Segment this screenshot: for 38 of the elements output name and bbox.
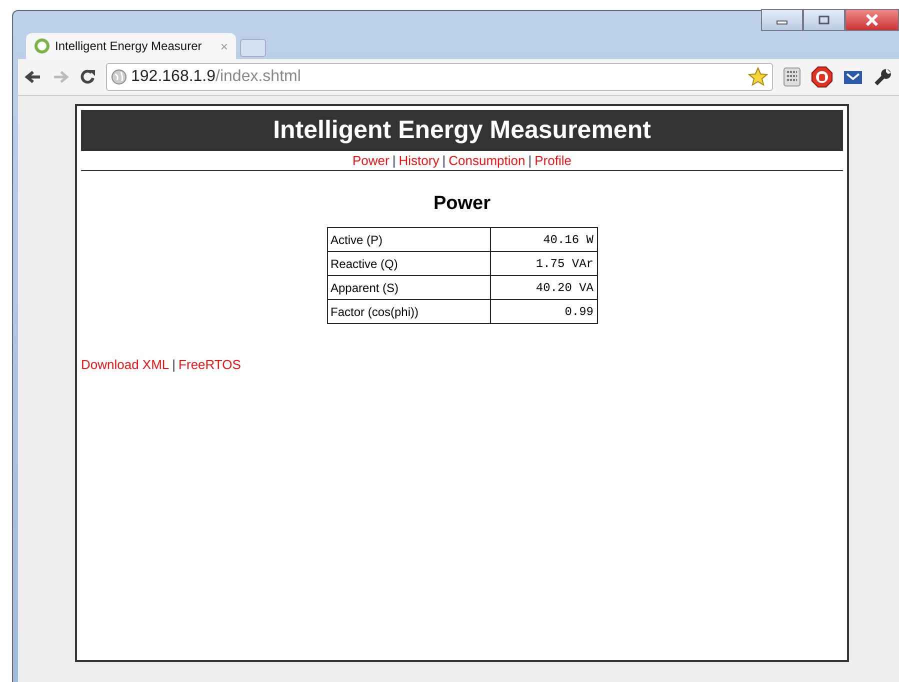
wrench-icon[interactable] — [873, 67, 893, 87]
section-heading: Power — [432, 193, 492, 215]
nav-link[interactable]: History — [398, 153, 440, 168]
close-tab-button[interactable]: × — [220, 38, 228, 54]
star-icon[interactable] — [748, 67, 768, 87]
footer-link[interactable]: Download XML — [81, 357, 170, 372]
table-cell: Factor (cos(phi)) — [327, 300, 490, 324]
maximize-icon — [818, 15, 830, 25]
close-icon — [865, 14, 879, 26]
address-bar[interactable]: 192.168.1.9/index.shtml — [106, 63, 773, 91]
tab-title: Intelligent Energy Measurer — [55, 39, 202, 53]
binary-document-icon[interactable] — [783, 67, 801, 87]
mail-icon[interactable] — [843, 69, 863, 85]
link-separator: | — [172, 357, 176, 372]
table-cell: 40.16 W — [490, 228, 597, 252]
table-cell: Apparent (S) — [327, 276, 490, 300]
back-icon[interactable] — [24, 69, 42, 85]
table-cell: 0.99 — [490, 300, 597, 324]
footer-link[interactable]: FreeRTOS — [178, 357, 241, 372]
close-button[interactable] — [845, 9, 899, 31]
nav-link[interactable]: Consumption — [448, 153, 526, 168]
browser-tab[interactable]: Intelligent Energy Measurer × — [26, 33, 236, 59]
nav-separator: | — [528, 153, 532, 168]
maximize-button[interactable] — [803, 9, 845, 31]
page-title: Intelligent Energy Measurement — [273, 116, 651, 145]
nav-link[interactable]: Profile — [534, 153, 572, 168]
url-text: 192.168.1.9/index.shtml — [131, 68, 301, 86]
nav-separator: | — [442, 153, 446, 168]
reload-icon[interactable] — [80, 69, 96, 85]
minimize-button[interactable] — [761, 9, 803, 31]
table-cell: Reactive (Q) — [327, 252, 490, 276]
ring-icon — [34, 38, 50, 54]
table-cell: Active (P) — [327, 228, 490, 252]
nav-separator: | — [392, 153, 396, 168]
nav-link[interactable]: Power — [352, 153, 390, 168]
table-cell: 1.75 VAr — [490, 252, 597, 276]
globe-icon — [111, 69, 127, 85]
table-cell: 40.20 VA — [490, 276, 597, 300]
